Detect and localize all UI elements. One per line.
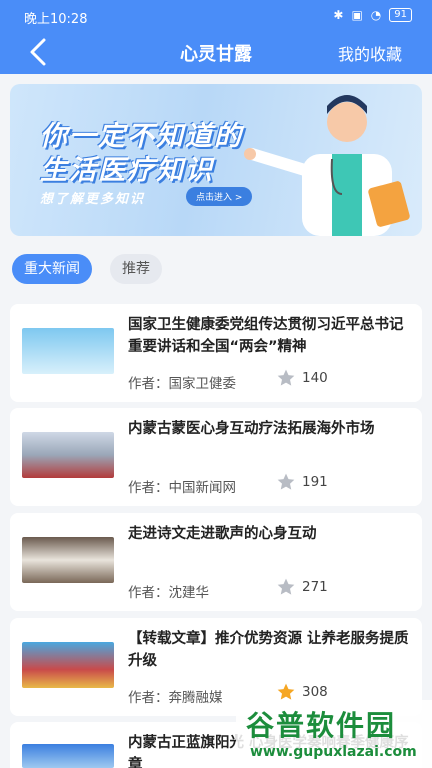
favorite-count: 191 [302, 474, 328, 490]
article-title: 【转载文章】推介优势资源 让养老服务提质升级 [128, 631, 409, 669]
wifi-icon: ◔ [370, 8, 382, 22]
watermark-logo: 谷普软件园 [246, 709, 397, 742]
tab-major-news[interactable]: 重大新闻 [12, 254, 92, 284]
nav-bar: 心灵甘露 我的收藏 [0, 32, 432, 72]
my-favorites-link[interactable]: 我的收藏 [338, 41, 402, 65]
tab-recommended[interactable]: 推荐 [110, 254, 162, 284]
list-item[interactable]: 内蒙古蒙医心身互动疗法拓展海外市场 作者：中国新闻网 191 [10, 408, 422, 506]
article-author: 作者：国家卫健委 [128, 376, 236, 392]
star-icon[interactable] [276, 472, 296, 492]
article-thumbnail [22, 432, 114, 478]
site-watermark: 谷普软件园 www.gupuxlazai.com [236, 700, 432, 768]
article-title: 国家卫生健康委党组传达贯彻习近平总书记重要讲话和全国“两会”精神 [128, 317, 404, 355]
status-time: 晚上10:28 [24, 12, 88, 27]
article-title: 内蒙古蒙医心身互动疗法拓展海外市场 [128, 421, 375, 437]
list-item[interactable]: 国家卫生健康委党组传达贯彻习近平总书记重要讲话和全国“两会”精神 作者：国家卫健… [10, 304, 422, 402]
article-title: 走进诗文走进歌声的心身互动 [128, 526, 317, 542]
bluetooth-icon: ✱ [333, 8, 344, 22]
banner-subtitle: 想了解更多知识 [40, 192, 146, 207]
battery-icon: 91 [389, 8, 412, 22]
article-author: 作者：中国新闻网 [128, 480, 236, 496]
list-item[interactable]: 走进诗文走进歌声的心身互动 作者：沈建华 271 [10, 513, 422, 611]
favorite-count: 140 [302, 370, 328, 386]
watermark-url: www.gupuxlazai.com [250, 744, 417, 760]
article-thumbnail [22, 328, 114, 374]
article-thumbnail [22, 537, 114, 583]
status-bar: 晚上10:28 ✱ ▣ ◔ 91 [0, 0, 432, 32]
article-thumbnail [22, 642, 114, 688]
doctor-illustration [244, 95, 410, 236]
favorite-count: 308 [302, 684, 328, 700]
article-author: 作者：奔腾融媒 [128, 690, 223, 706]
status-icons: ✱ ▣ ◔ 91 [333, 8, 412, 22]
header-bar: 晚上10:28 ✱ ▣ ◔ 91 心灵甘露 我的收藏 [0, 0, 432, 74]
promo-banner[interactable]: 你一定不知道的 生活医疗知识 想了解更多知识 点击进入 > [10, 84, 422, 236]
category-tabs: 重大新闻 推荐 [12, 254, 162, 284]
star-icon[interactable] [276, 577, 296, 597]
star-icon[interactable] [276, 368, 296, 388]
article-author: 作者：沈建华 [128, 585, 209, 601]
star-icon[interactable] [276, 682, 296, 702]
favorite-count: 271 [302, 579, 328, 595]
sim-icon: ▣ [351, 8, 363, 22]
article-thumbnail [22, 744, 114, 768]
banner-headline-2: 生活医疗知识 [40, 155, 214, 186]
